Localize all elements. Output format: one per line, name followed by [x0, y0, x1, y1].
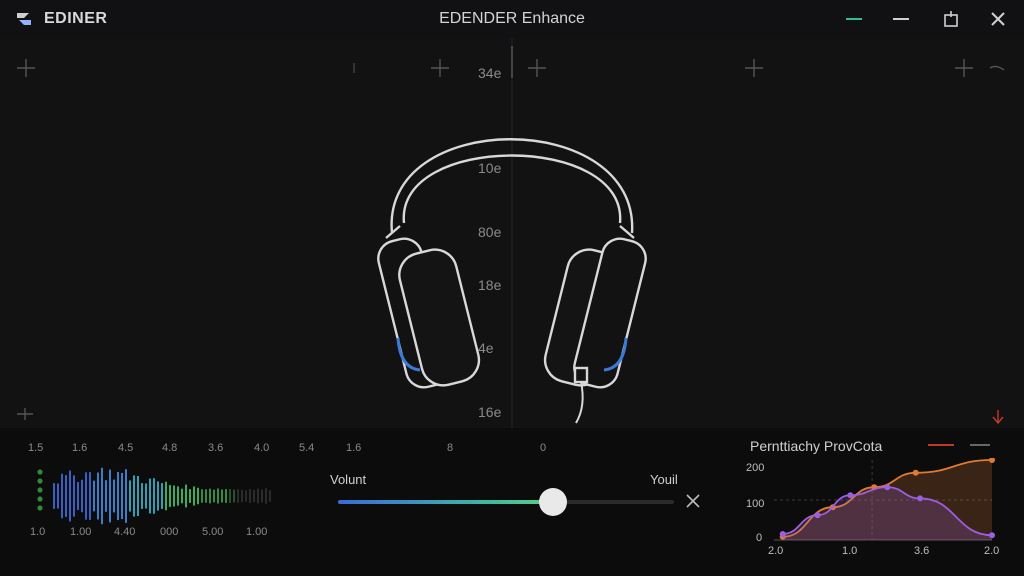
window-title: EDENDER Enhance	[439, 10, 585, 27]
series-point	[814, 512, 821, 519]
timeline-label: 4.0	[254, 442, 270, 454]
timeline-label: 1.6	[72, 442, 88, 454]
timeline-bottom-label: 5.00	[202, 526, 224, 538]
volume-label: Volunt	[330, 472, 367, 487]
timeline-label: 0	[540, 442, 547, 454]
minimize-icon[interactable]	[890, 8, 912, 30]
series-point	[847, 492, 854, 499]
timeline-label: 5.4	[299, 442, 315, 454]
timeline-label: 4.8	[162, 442, 178, 454]
scale-label: 34e	[478, 65, 502, 81]
timeline-label: 3.6	[208, 442, 224, 454]
chart-x-tick: 1.0	[842, 545, 858, 557]
volume-slider[interactable]	[338, 488, 674, 516]
timeline-bottom-label: 1.00	[70, 526, 92, 538]
level-dot	[37, 469, 43, 475]
volume-slider-thumb[interactable]	[539, 488, 568, 516]
bottom-panel: 1.5 1.6 4.5 4.8 3.6 4.0 5.4 1.6 8 0 1.0 …	[0, 428, 1024, 576]
timeline-label: 8	[447, 442, 454, 454]
volume-slider-fill	[338, 500, 554, 504]
scale-label: 4e	[478, 340, 494, 356]
left-channel-waveform	[0, 130, 365, 340]
restore-icon[interactable]	[940, 8, 962, 30]
timeline-label: 4.5	[118, 442, 134, 454]
volume-right-label: Youil	[650, 472, 678, 487]
series-point	[884, 484, 891, 491]
chart-y-tick: 100	[746, 498, 765, 510]
series-point	[912, 469, 919, 476]
reset-volume-icon[interactable]	[684, 492, 702, 510]
mini-waveform	[37, 467, 271, 525]
close-icon[interactable]	[987, 8, 1009, 30]
series-point	[989, 532, 995, 539]
timeline-bottom-label: 4.40	[114, 526, 136, 538]
scale-label: 16e	[478, 404, 502, 420]
snap-icon[interactable]	[843, 8, 865, 30]
chart-legend	[928, 444, 990, 446]
scale-label: 10e	[478, 160, 502, 176]
timeline-label: 1.6	[346, 442, 362, 454]
level-dot	[37, 505, 43, 511]
series-point	[917, 495, 924, 502]
level-dot	[37, 487, 43, 493]
chart-y-tick: 0	[756, 532, 763, 544]
timeline-label: 1.5	[28, 442, 44, 454]
chart-title: Pernttiachy ProvCota	[750, 438, 883, 454]
waveform-area[interactable]: 34e 10e 80e 18e 4e 16e	[0, 38, 1024, 428]
scale-label: 18e	[478, 277, 502, 293]
chart-x-tick: 3.6	[914, 545, 930, 557]
level-dot	[37, 496, 43, 502]
line-chart	[774, 458, 995, 541]
timeline-bottom-label: 000	[160, 526, 179, 538]
waveform-canvas	[0, 38, 1024, 428]
timeline-bottom-label: 1.0	[30, 526, 46, 538]
scale-label: 80e	[478, 224, 502, 240]
chart-x-tick: 2.0	[984, 545, 1000, 557]
timeline-bottom-label: 1.00	[246, 526, 268, 538]
chart-x-tick: 2.0	[768, 545, 784, 557]
level-dot	[37, 478, 43, 484]
chart-y-tick: 200	[746, 462, 765, 474]
title-bar: EDINER EDENDER Enhance	[0, 0, 1024, 38]
series-point	[779, 531, 786, 537]
